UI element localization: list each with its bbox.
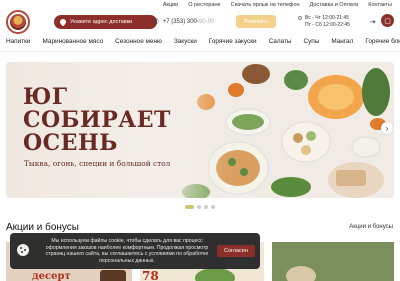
promos-section-title: Акции и бонусы <box>6 222 79 233</box>
nav-item-seasonal-menu[interactable]: Сезонное меню <box>109 36 168 48</box>
nav-item-soups[interactable]: Супы <box>297 36 325 48</box>
promo-card-3[interactable] <box>272 242 394 281</box>
call-button[interactable]: Позвонить <box>236 15 276 28</box>
logo-mark <box>10 14 26 30</box>
cart-icon: ▢ <box>384 17 391 25</box>
logo[interactable] <box>6 10 30 34</box>
top-link-promos[interactable]: Акции <box>163 2 178 8</box>
phone-number-fade: 90-90 <box>198 18 215 25</box>
top-links: Акции О ресторане Скачать ярлык на телеф… <box>163 2 392 8</box>
hours-line-1: Вс - Чт 12:00-21:45 <box>305 15 349 21</box>
cookie-accept-button[interactable]: Согласен <box>217 245 255 257</box>
hours-line-2: Пт - Сб 12:00-22:45 <box>305 22 350 28</box>
nav-item-hot-dishes[interactable]: Горячие блюда <box>359 36 400 48</box>
carousel-dot-2[interactable] <box>197 205 201 209</box>
phone-block[interactable]: ✆ +7 (353) 300-90-90 <box>152 17 214 26</box>
promo-card-3-dish-image <box>286 266 316 281</box>
hero-banner[interactable]: ЮГ СОБИРАЕТ ОСЕНЬ Тыква, огонь, специи и… <box>6 62 394 198</box>
cookie-icon <box>17 244 29 256</box>
clock-icon <box>298 15 302 20</box>
cookie-text: Мы используем файлы cookie, чтобы сделат… <box>45 238 209 264</box>
delivery-address-button[interactable]: Укажите адрес доставки <box>54 15 157 29</box>
top-link-about[interactable]: О ресторане <box>188 2 220 8</box>
cookie-banner: Мы используем файлы cookie, чтобы сделат… <box>10 233 260 269</box>
category-nav: Напитки Маринованное мясо Сезонное меню … <box>0 36 400 48</box>
nav-item-salads[interactable]: Салаты <box>263 36 298 48</box>
promos-section-link[interactable]: Акции и бонусы <box>349 224 393 230</box>
nav-item-snacks[interactable]: Закуски <box>168 36 203 48</box>
phone-icon: ✆ <box>152 17 159 26</box>
phone-number: +7 (353) 300- <box>162 18 199 25</box>
top-link-contacts[interactable]: Контакты <box>368 2 392 8</box>
carousel-dots <box>185 205 215 209</box>
hero-subtitle: Тыква, огонь, специи и большой стол <box>24 159 171 168</box>
carousel-dot-3[interactable] <box>204 205 208 209</box>
nav-divider <box>0 51 400 52</box>
nav-item-grill[interactable]: Мангал <box>325 36 359 48</box>
hero-title-line-3: ОСЕНЬ <box>23 130 118 156</box>
location-pin-icon <box>58 17 68 27</box>
chevron-right-icon: › <box>385 123 389 133</box>
opening-hours: Вс - Чт 12:00-21:45 Пт - Сб 12:00-22:45 <box>298 15 350 29</box>
nav-item-drinks[interactable]: Напитки <box>0 36 37 48</box>
delivery-address-label: Укажите адрес доставки <box>70 19 133 25</box>
hero-next-button[interactable]: › <box>381 122 393 134</box>
promo-card-2-text: 78 <box>142 269 159 281</box>
hero-title-line-1: ЮГ <box>23 84 68 110</box>
promo-card-1-dessert-image <box>100 270 126 281</box>
hero-title: ЮГ СОБИРАЕТ ОСЕНЬ <box>23 86 171 155</box>
promo-card-2-dish-image <box>195 268 235 281</box>
nav-item-marinated-meat[interactable]: Маринованное мясо <box>37 36 110 48</box>
hero-title-line-2: СОБИРАЕТ <box>23 107 171 133</box>
carousel-dot-1[interactable] <box>185 205 194 209</box>
cart-button[interactable]: ▢ <box>381 14 394 27</box>
nav-item-hot-snacks[interactable]: Горячие закуски <box>203 36 263 48</box>
login-icon[interactable]: ⇥ <box>368 17 377 26</box>
top-link-delivery[interactable]: Доставка и Оплата <box>310 2 359 8</box>
top-link-download[interactable]: Скачать ярлык на телефон <box>231 2 300 8</box>
carousel-dot-4[interactable] <box>211 205 215 209</box>
page-root: Акции О ресторане Скачать ярлык на телеф… <box>0 0 400 281</box>
promo-card-1-text: десерт <box>32 271 71 281</box>
